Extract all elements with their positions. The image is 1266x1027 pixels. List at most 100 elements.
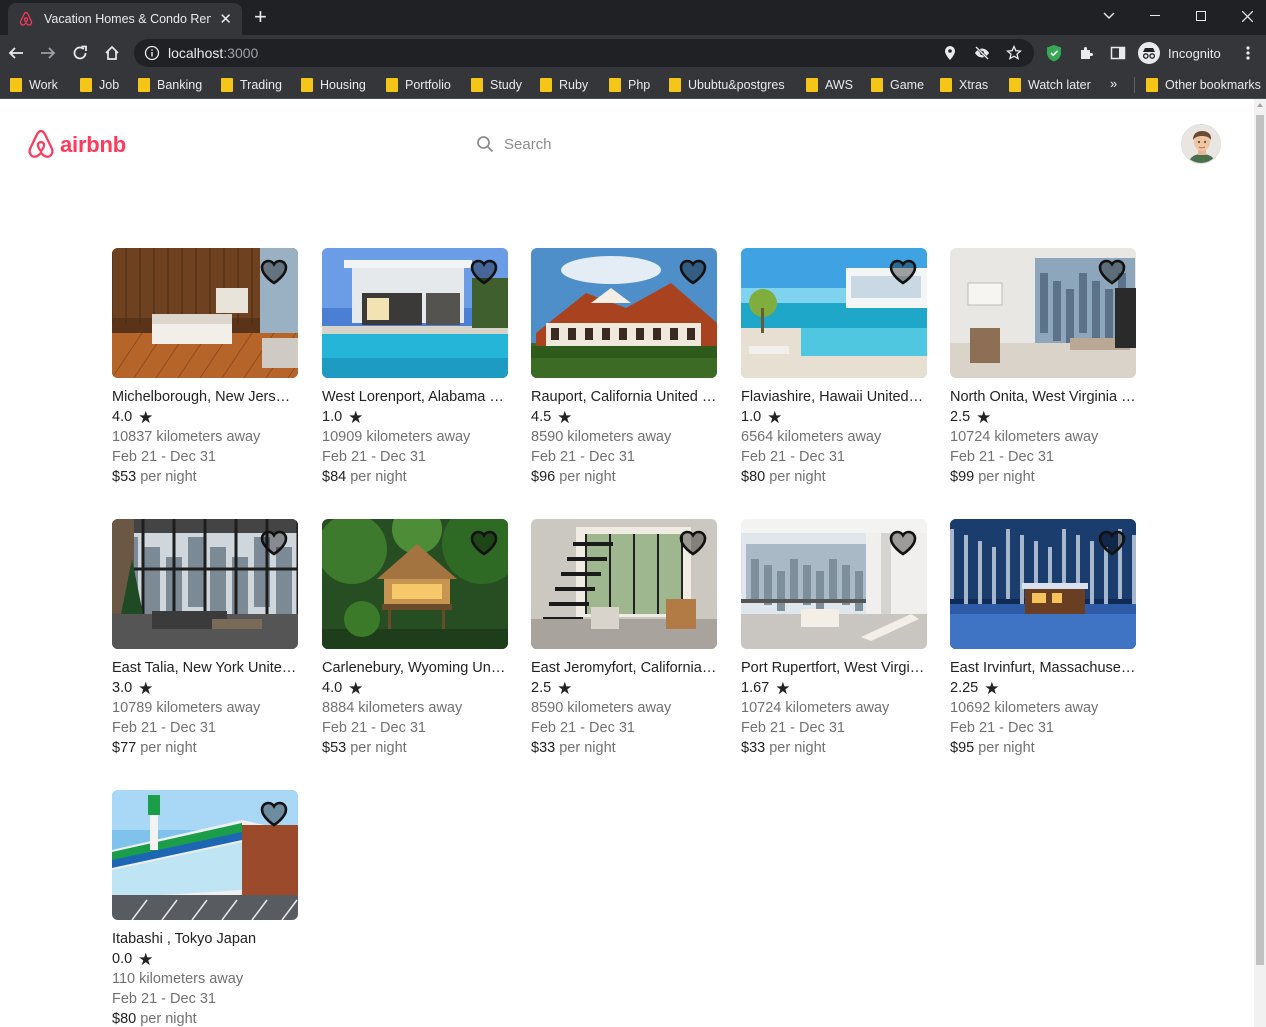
listing-photo[interactable] bbox=[950, 519, 1136, 649]
search-icon bbox=[477, 136, 494, 153]
listing-distance: 10692 kilometers away bbox=[950, 700, 1099, 716]
bookmark-folder[interactable]: Banking bbox=[138, 77, 202, 93]
rating-value: 1.0 bbox=[741, 409, 762, 425]
maximize-icon[interactable] bbox=[1178, 0, 1224, 32]
listing-photo[interactable] bbox=[112, 790, 298, 920]
listing-photo[interactable] bbox=[741, 519, 927, 649]
listing-dates: Feb 21 - Dec 31 bbox=[531, 720, 635, 736]
bookmark-folder[interactable]: Portfolio bbox=[386, 77, 451, 93]
address-bar[interactable]: localhost:3000 bbox=[134, 39, 1034, 67]
new-tab-icon[interactable]: + bbox=[254, 5, 267, 29]
minimize-icon[interactable] bbox=[1132, 0, 1178, 32]
extensions-puzzle-icon[interactable] bbox=[1076, 43, 1096, 63]
favorite-heart-button[interactable] bbox=[260, 801, 288, 827]
listing-card[interactable]: Rauport, California United States 4.5 ★ … bbox=[531, 248, 717, 486]
search-bar[interactable] bbox=[476, 135, 664, 153]
bookmark-folder[interactable]: Job bbox=[80, 77, 119, 93]
listing-card[interactable]: East Talia, New York United States 3.0 ★… bbox=[112, 519, 298, 757]
bookmark-folder[interactable]: Work bbox=[10, 77, 58, 93]
page-scrollbar[interactable] bbox=[1254, 99, 1266, 1027]
folder-icon bbox=[1009, 78, 1021, 92]
favorite-heart-button[interactable] bbox=[679, 259, 707, 285]
favorite-heart-button[interactable] bbox=[470, 530, 498, 556]
eye-slash-icon[interactable] bbox=[974, 45, 990, 61]
listing-card[interactable]: Michelborough, New Jersey United States … bbox=[112, 248, 298, 486]
user-avatar[interactable] bbox=[1181, 124, 1221, 164]
favorite-heart-button[interactable] bbox=[260, 530, 288, 556]
listing-rating: 4.5 ★ bbox=[531, 408, 717, 426]
scrollbar-thumb[interactable] bbox=[1256, 115, 1264, 965]
bookmark-folder[interactable]: Ububtu&postgres bbox=[669, 77, 785, 93]
search-input[interactable] bbox=[504, 135, 664, 153]
listing-card[interactable]: North Onita, West Virginia United States… bbox=[950, 248, 1136, 486]
favorite-heart-button[interactable] bbox=[889, 259, 917, 285]
listing-card[interactable]: Itabashi , Tokyo Japan 0.0 ★ 110 kilomet… bbox=[112, 790, 298, 1027]
favorite-heart-button[interactable] bbox=[1098, 530, 1126, 556]
airbnb-logo[interactable]: airbnb bbox=[26, 129, 126, 161]
listing-dates: Feb 21 - Dec 31 bbox=[741, 720, 845, 736]
heart-icon bbox=[470, 530, 498, 556]
listing-card[interactable]: Carlenebury, Wyoming United States 4.0 ★… bbox=[322, 519, 508, 757]
listing-photo[interactable] bbox=[112, 248, 298, 378]
folder-icon bbox=[10, 78, 22, 92]
bookmark-folder[interactable]: Game bbox=[871, 77, 924, 93]
browser-tab[interactable]: Vacation Homes & Condo Rentals - Airbnb … bbox=[8, 3, 242, 35]
back-arrow-icon[interactable] bbox=[5, 42, 27, 64]
forward-arrow-icon[interactable] bbox=[37, 42, 59, 64]
listing-distance: 10789 kilometers away bbox=[112, 700, 261, 716]
listing-photo[interactable] bbox=[531, 248, 717, 378]
tab-search-icon[interactable] bbox=[1094, 0, 1124, 32]
logo-text: airbnb bbox=[60, 132, 127, 157]
favorite-heart-button[interactable] bbox=[470, 259, 498, 285]
star-icon: ★ bbox=[138, 949, 154, 969]
bookmark-folder[interactable]: Trading bbox=[221, 77, 282, 93]
home-icon[interactable] bbox=[101, 42, 123, 64]
listing-photo[interactable] bbox=[741, 248, 927, 378]
listing-price: $99 per night bbox=[950, 469, 1136, 486]
site-info-icon[interactable] bbox=[144, 45, 160, 66]
listing-rating: 0.0 ★ bbox=[112, 950, 298, 968]
listing-photo[interactable] bbox=[322, 519, 508, 649]
tab-close-icon[interactable]: ✕ bbox=[219, 10, 232, 28]
listing-card[interactable]: Port Rupertfort, West Virginia United St… bbox=[741, 519, 927, 757]
favorite-heart-button[interactable] bbox=[889, 530, 917, 556]
bookmark-folder[interactable]: Ruby bbox=[540, 77, 588, 93]
bookmarks-overflow-icon[interactable]: » bbox=[1110, 76, 1117, 91]
listing-photo[interactable] bbox=[322, 248, 508, 378]
price-amount: $80 bbox=[112, 1011, 137, 1027]
listing-photo[interactable] bbox=[950, 248, 1136, 378]
folder-icon bbox=[301, 78, 313, 92]
listing-card[interactable]: East Irvinfurt, Massachusetts United Sta… bbox=[950, 519, 1136, 757]
listing-location: Rauport, California United States bbox=[531, 389, 717, 405]
bookmark-folder[interactable]: Housing bbox=[301, 77, 366, 93]
side-panel-icon[interactable] bbox=[1108, 43, 1128, 63]
bookmark-label: Php bbox=[628, 78, 651, 92]
listing-card[interactable]: Flaviashire, Hawaii United States 1.0 ★ … bbox=[741, 248, 927, 486]
bookmark-folder[interactable]: Php bbox=[609, 77, 650, 93]
scroll-up-icon[interactable] bbox=[1257, 103, 1263, 107]
bookmark-folder[interactable]: Study bbox=[471, 77, 522, 93]
listing-card[interactable]: East Jeromyfort, California United State… bbox=[531, 519, 717, 757]
bookmark-other-bookmarks[interactable]: Other bookmarks bbox=[1146, 77, 1261, 93]
browser-menu-icon[interactable] bbox=[1238, 43, 1258, 63]
star-icon: ★ bbox=[767, 407, 783, 427]
bookmark-folder[interactable]: Watch later bbox=[1009, 77, 1091, 93]
bookmark-folder[interactable]: Xtras bbox=[940, 77, 988, 93]
favorite-heart-button[interactable] bbox=[679, 530, 707, 556]
reload-icon[interactable] bbox=[69, 42, 91, 64]
bookmark-star-icon[interactable] bbox=[1005, 44, 1023, 61]
window-close-icon[interactable] bbox=[1224, 0, 1266, 32]
favorite-heart-button[interactable] bbox=[1098, 259, 1126, 285]
listing-photo[interactable] bbox=[531, 519, 717, 649]
shield-extension-icon[interactable] bbox=[1044, 43, 1064, 63]
star-icon: ★ bbox=[348, 678, 364, 698]
folder-icon bbox=[80, 78, 92, 92]
listing-photo[interactable] bbox=[112, 519, 298, 649]
location-pin-icon[interactable] bbox=[942, 45, 958, 61]
listing-card[interactable]: West Lorenport, Alabama United States 1.… bbox=[322, 248, 508, 486]
bookmark-folder[interactable]: AWS bbox=[806, 77, 853, 93]
rating-value: 0.0 bbox=[112, 951, 133, 967]
favorite-heart-button[interactable] bbox=[260, 259, 288, 285]
incognito-profile-button[interactable]: Incognito bbox=[1138, 40, 1221, 66]
heart-icon bbox=[1098, 259, 1126, 285]
